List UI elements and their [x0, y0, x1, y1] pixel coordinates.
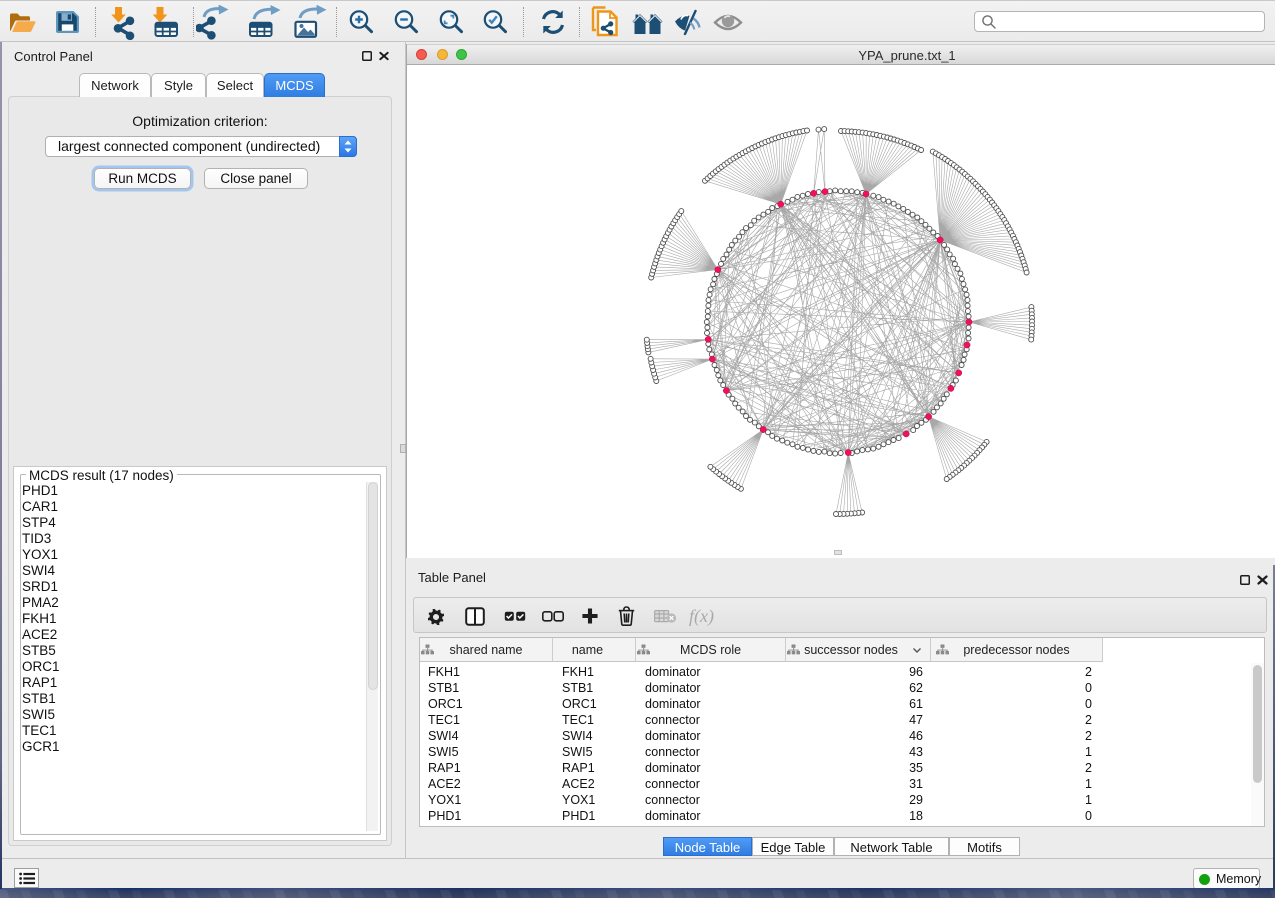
svg-text:f(x): f(x) — [689, 606, 714, 627]
